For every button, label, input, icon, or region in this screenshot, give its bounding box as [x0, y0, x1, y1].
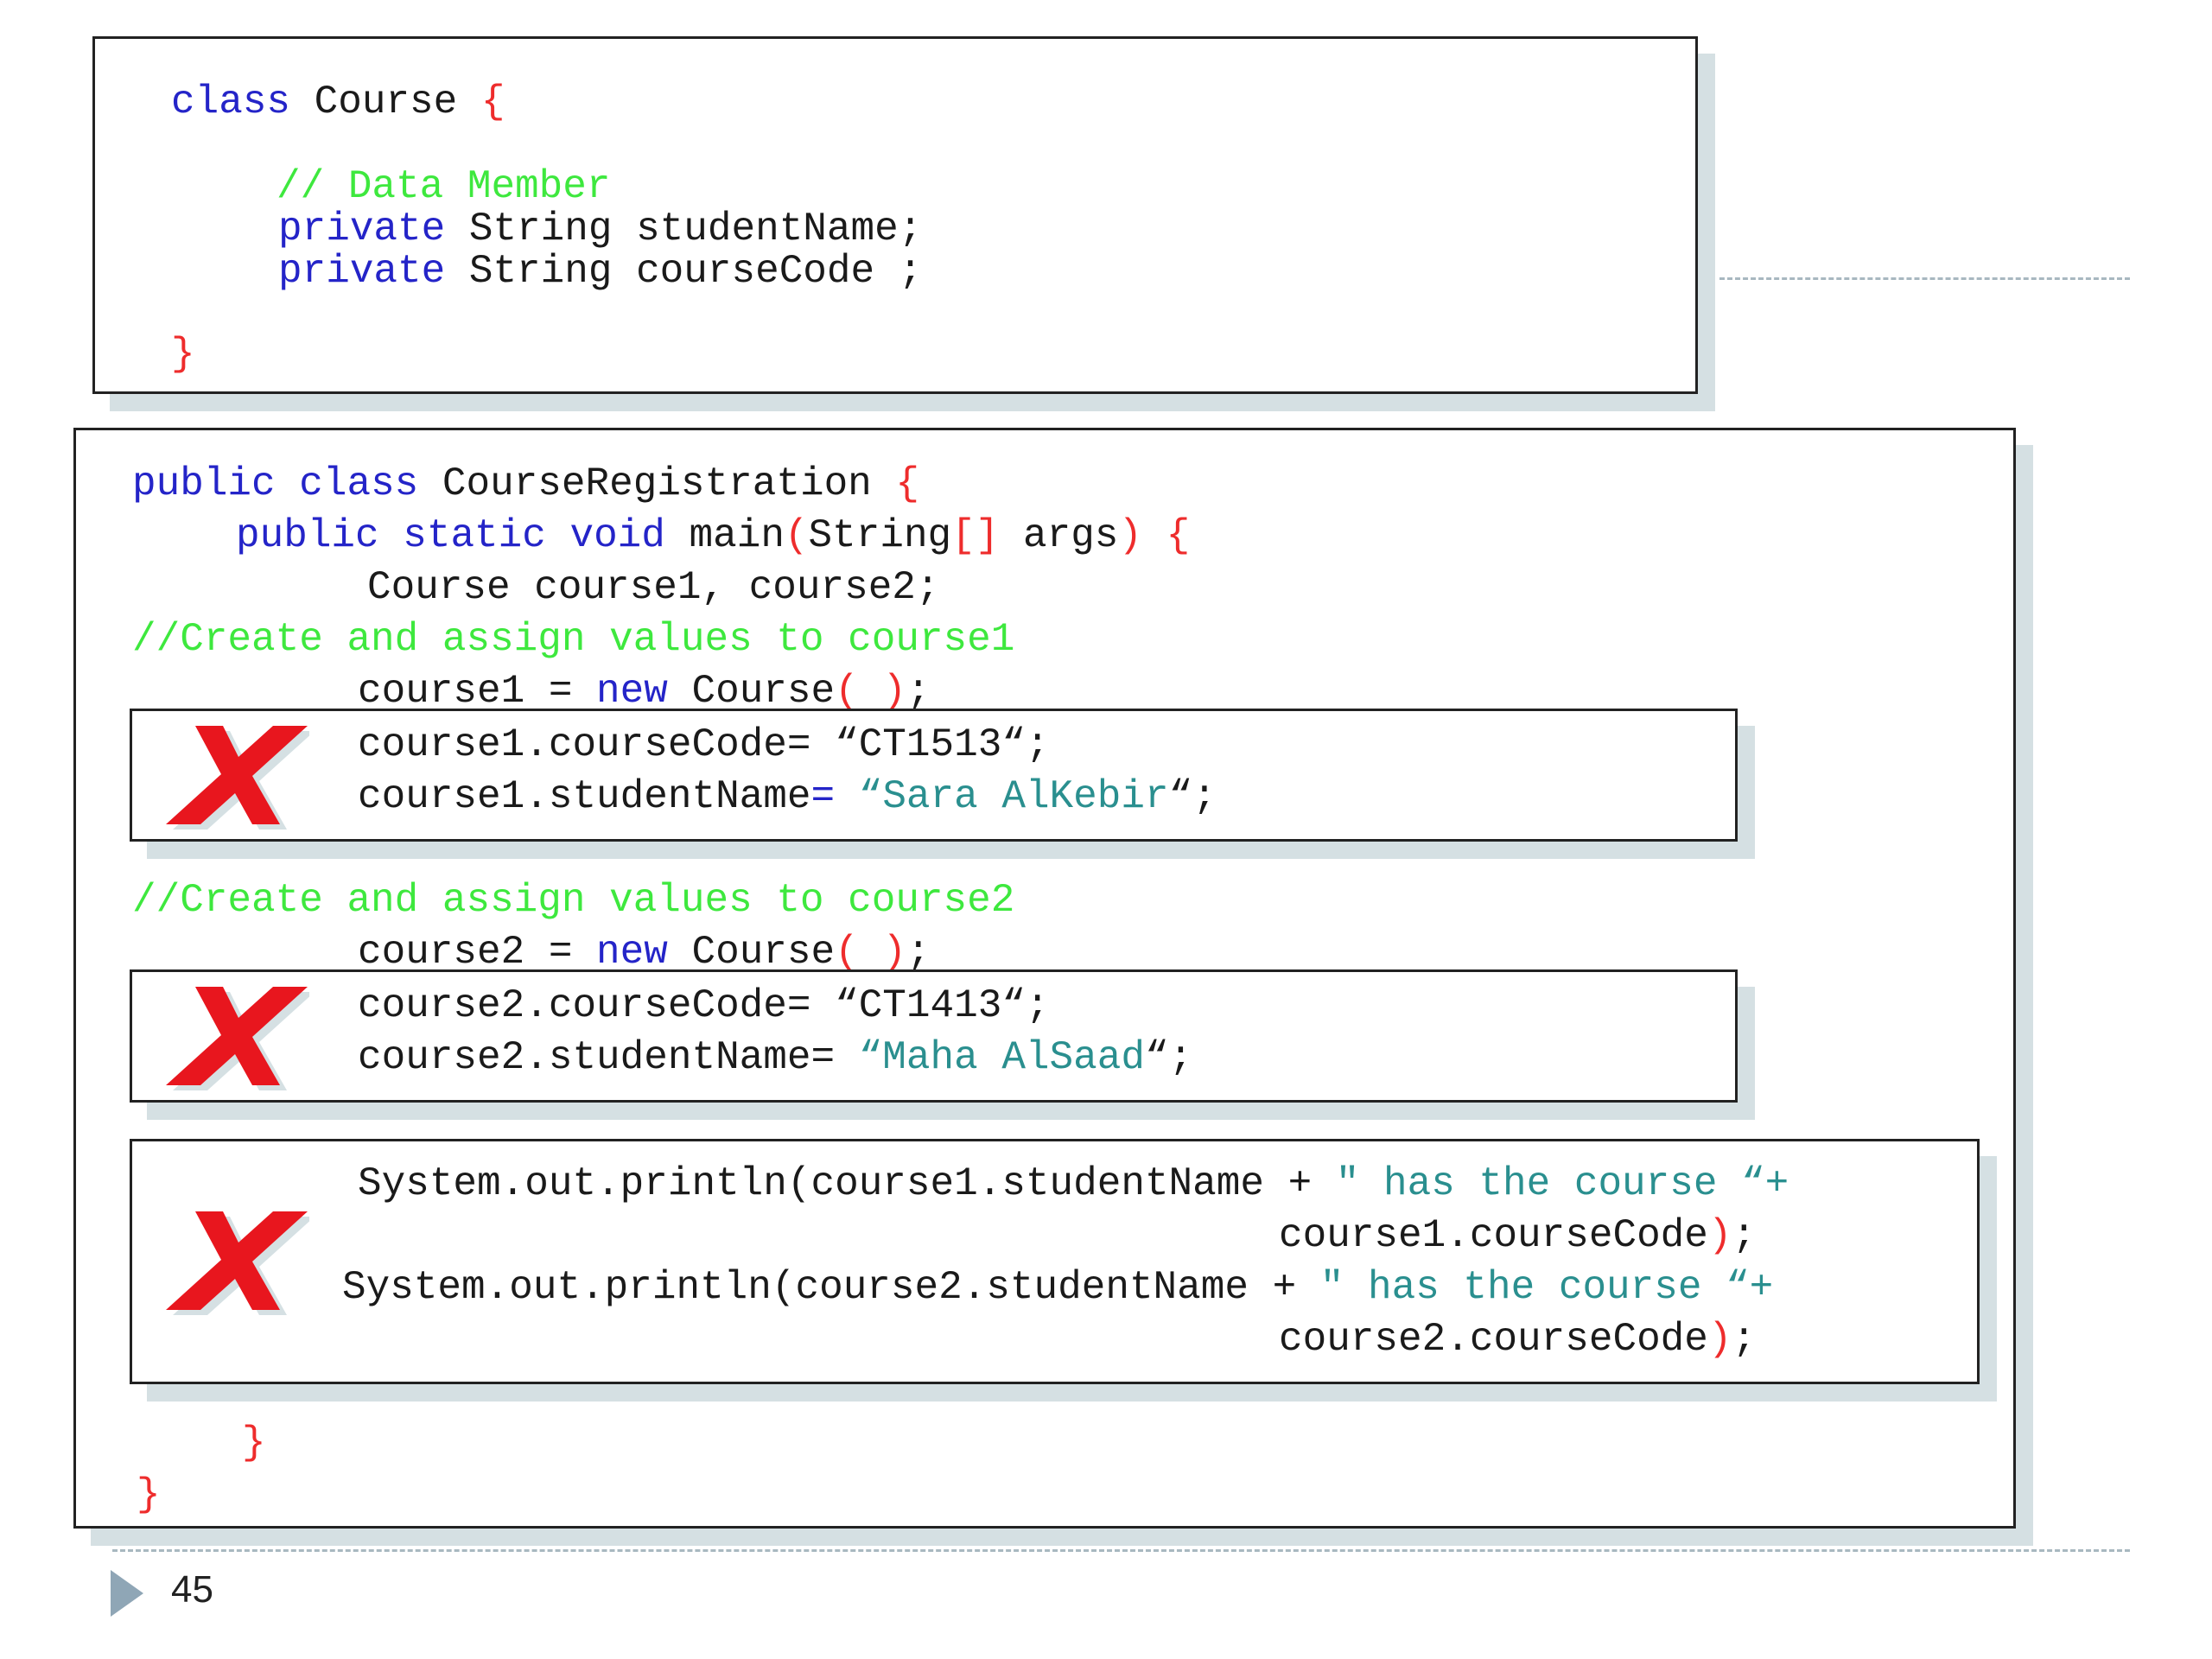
course1-coursecode-assign: course1.courseCode= “CT1513“;: [358, 722, 1050, 767]
course-class-header: class Course {: [171, 79, 505, 124]
course-declaration: Course course1, course2;: [367, 565, 940, 610]
course1-studentname-assign: course1.studentName= “Sara AlKebir“;: [358, 774, 1217, 819]
dashed-rule-bottom: [112, 1549, 2130, 1552]
x-mark-icon: [166, 987, 309, 1090]
println-course2-cont: course2.courseCode);: [1279, 1317, 1757, 1362]
main-close-brace: }: [242, 1421, 266, 1465]
course-class-close-brace: }: [171, 332, 195, 377]
slide-arrow-icon: [111, 1570, 143, 1617]
registration-class-header: public class CourseRegistration {: [132, 461, 919, 506]
class-close-brace: }: [137, 1472, 161, 1517]
x-mark-icon: [166, 1211, 309, 1315]
comment-course1: //Create and assign values to course1: [132, 617, 1015, 662]
println-course1: System.out.println(course1.studentName +…: [358, 1161, 1789, 1206]
main-method-signature: public static void main(String[] args) {: [236, 513, 1191, 558]
dashed-rule-top: [1719, 277, 2130, 280]
println-course2: System.out.println(course2.studentName +…: [342, 1265, 1774, 1310]
field-coursecode: private String courseCode ;: [278, 249, 923, 294]
x-mark-icon: [166, 726, 309, 830]
course2-coursecode-assign: course2.courseCode= “CT1413“;: [358, 983, 1050, 1028]
comment-course2: //Create and assign values to course2: [132, 878, 1015, 923]
println-course1-cont: course1.courseCode);: [1279, 1213, 1757, 1258]
page-number: 45: [171, 1568, 213, 1611]
course2-studentname-assign: course2.studentName= “Maha AlSaad“;: [358, 1035, 1193, 1080]
